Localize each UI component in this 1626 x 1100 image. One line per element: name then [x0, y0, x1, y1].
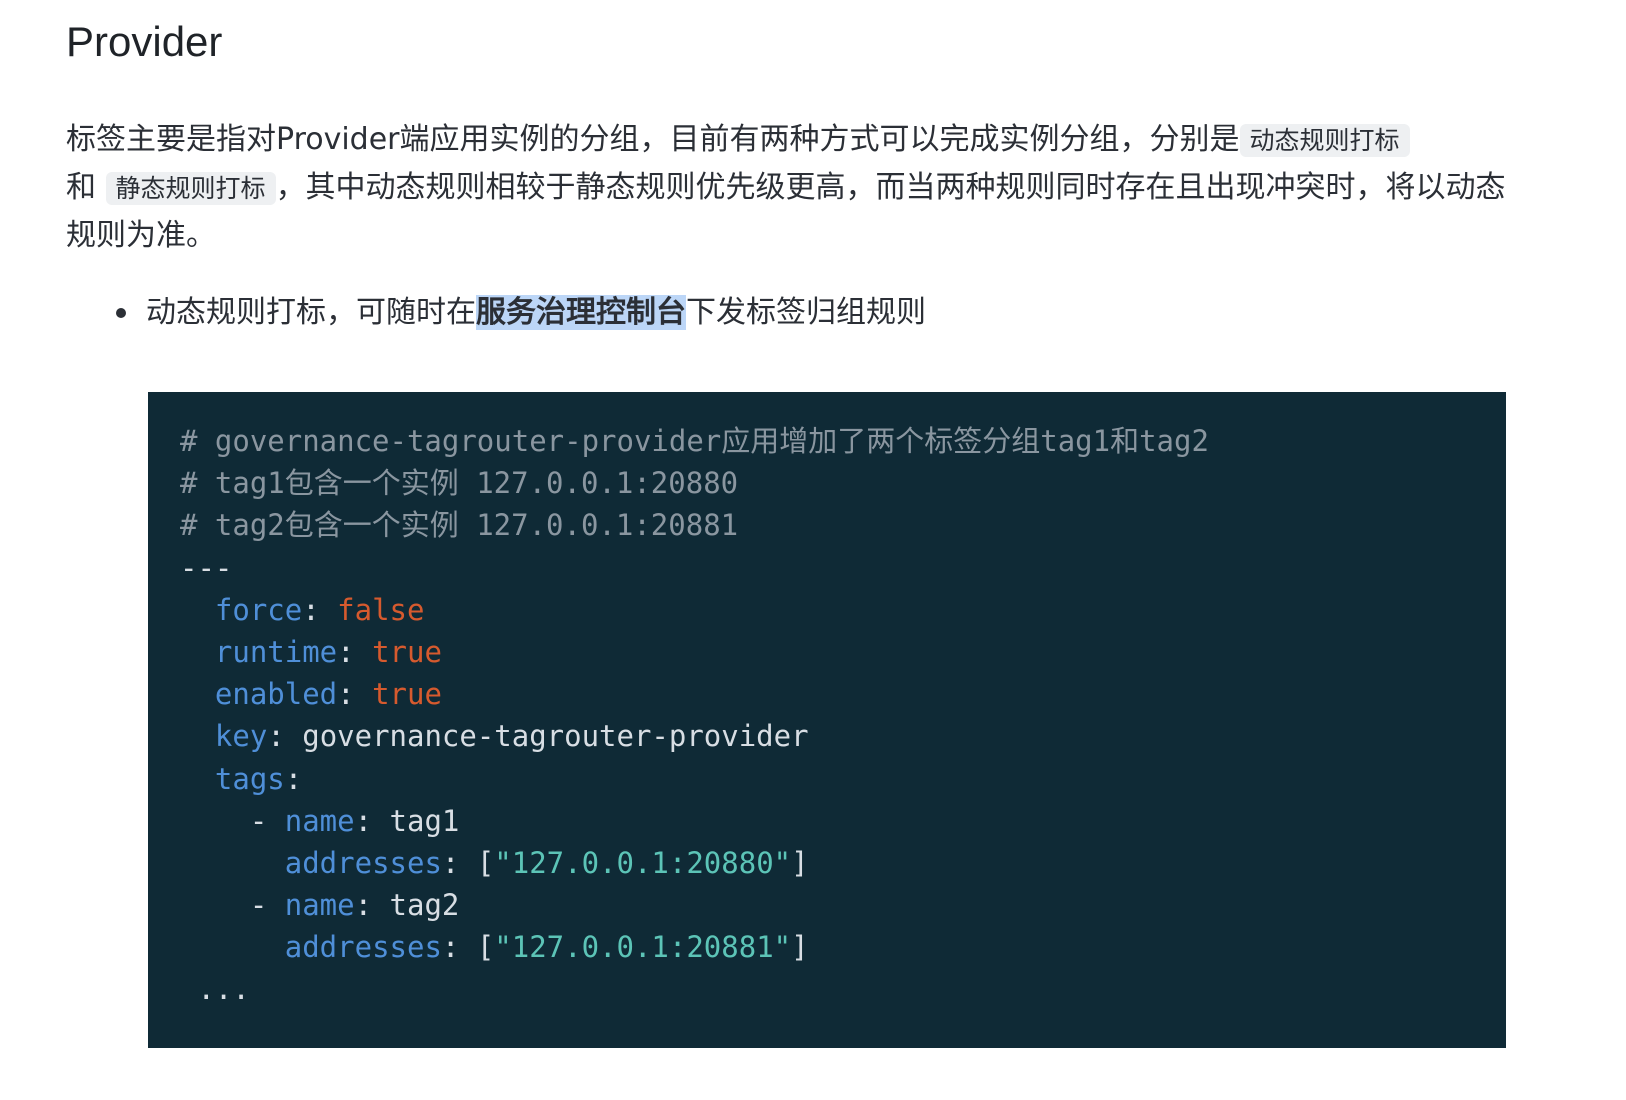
inline-code-static-rule: 静态规则打标 [105, 172, 276, 205]
code-line: addresses: ["127.0.0.1:20881"] [284, 930, 809, 965]
code-value: false [337, 592, 425, 627]
code-value: true [372, 634, 442, 669]
code-line: --- [180, 547, 1506, 589]
code-line: # governance-tagrouter-provider应用增加了两个标签… [180, 420, 1506, 462]
code-line: force: false [214, 592, 425, 627]
bullet-list: 动态规则打标，可随时在服务治理控制台下发标签归组规则 [66, 289, 1506, 336]
intro-paragraph: 标签主要是指对Provider端应用实例的分组，目前有两种方式可以完成实例分组，… [66, 116, 1506, 259]
document-content: Provider 标签主要是指对Provider端应用实例的分组，目前有两种方式… [66, 0, 1506, 336]
page-title: Provider [66, 18, 223, 65]
intro-text-1: 标签主要是指对Provider端应用实例的分组，目前有两种方式可以完成实例分组，… [66, 122, 1240, 157]
list-item-text-before: 动态规则打标，可随时在 [146, 295, 476, 330]
code-comment: # tag1包含一个实例 127.0.0.1:20880 [180, 466, 739, 501]
code-line: tags: [214, 761, 303, 796]
intro-text-2: 和 [66, 170, 96, 205]
code-line: enabled: true [214, 677, 442, 712]
bullet-icon [116, 308, 126, 318]
code-key: name [284, 803, 355, 838]
code-line: key: governance-tagrouter-provider [214, 719, 809, 754]
code-ellipsis: ... [197, 972, 250, 1007]
code-line: # tag1包含一个实例 127.0.0.1:20880 [180, 462, 1506, 504]
code-key: addresses [284, 845, 442, 880]
code-line: - name: tag2 [249, 888, 460, 923]
code-key: runtime [214, 634, 338, 669]
code-key: enabled [214, 677, 338, 712]
code-line: runtime: true [214, 634, 442, 669]
inline-code-dynamic-rule: 动态规则打标 [1239, 124, 1410, 157]
code-value: tag2 [389, 888, 460, 923]
code-comment: # tag2包含一个实例 127.0.0.1:20881 [180, 508, 739, 543]
code-key: name [284, 888, 355, 923]
code-value: tag1 [389, 803, 460, 838]
code-comment: # governance-tagrouter-provider应用增加了两个标签… [180, 424, 1209, 458]
code-line: ... [180, 968, 1506, 1010]
code-value: governance-tagrouter-provider [302, 719, 809, 754]
code-string: "127.0.0.1:20880" [494, 845, 792, 880]
code-value: true [372, 677, 442, 712]
list-item: 动态规则打标，可随时在服务治理控制台下发标签归组规则 [116, 289, 1506, 336]
code-line: - name: tag1 [249, 803, 460, 838]
intro-text-3: ，其中动态规则相较于静态规则优先级更高，而当两种规则同时存在且出现冲突时，将以动… [66, 170, 1506, 253]
code-key: tags [214, 761, 285, 796]
code-key: force [214, 592, 303, 627]
code-key: key [214, 719, 268, 754]
list-item-text-after: 下发标签归组规则 [686, 295, 926, 330]
highlighted-text: 服务治理控制台 [476, 295, 686, 330]
code-string: "127.0.0.1:20881" [494, 930, 792, 965]
code-line: addresses: ["127.0.0.1:20880"] [284, 845, 809, 880]
code-separator: --- [180, 550, 233, 585]
code-block: # governance-tagrouter-provider应用增加了两个标签… [148, 392, 1506, 1048]
code-key: addresses [284, 930, 442, 965]
code-line: # tag2包含一个实例 127.0.0.1:20881 [180, 504, 1506, 546]
